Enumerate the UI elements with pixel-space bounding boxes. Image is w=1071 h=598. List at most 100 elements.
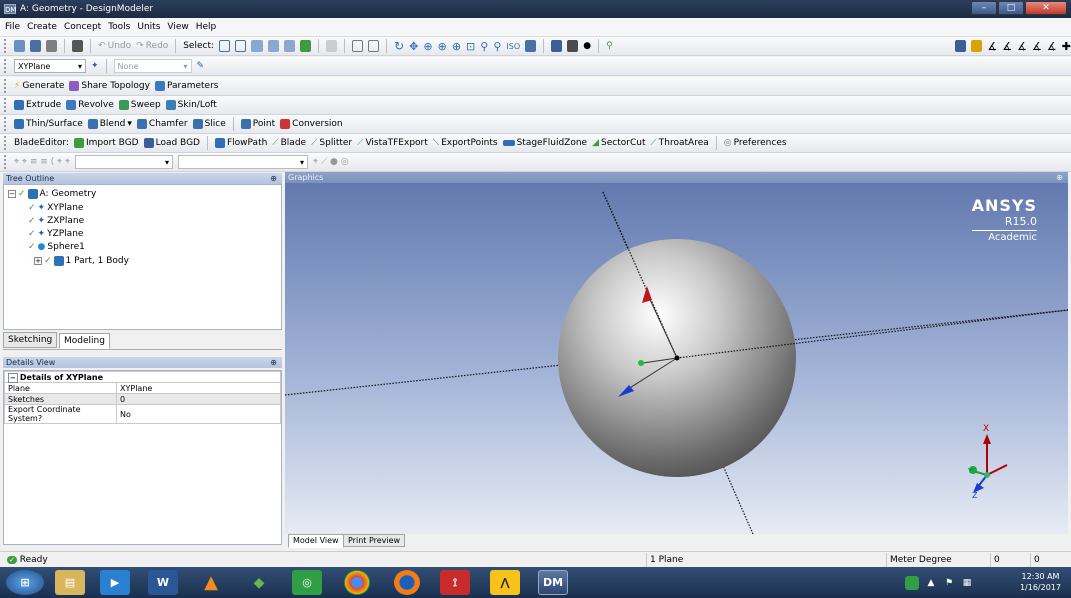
rotate-icon[interactable]: ↻ [394, 39, 404, 53]
chamfer-button[interactable]: Chamfer [136, 119, 188, 129]
tab-sketching[interactable]: Sketching [3, 332, 58, 348]
magnifier-window-icon[interactable]: ⚲ [493, 40, 501, 53]
exportpoints-button[interactable]: ⟍ ExportPoints [433, 138, 498, 148]
import-bgd-button[interactable]: Import BGD [73, 138, 139, 148]
zoom-icon[interactable]: ⊕ [423, 40, 432, 53]
parameters-button[interactable]: Parameters [154, 81, 218, 91]
stagefluidzone-button[interactable]: StageFluidZone [502, 138, 587, 148]
triad-icon[interactable] [551, 40, 563, 52]
thin-surface-button[interactable]: Thin/Surface [14, 119, 83, 129]
new-plane-icon[interactable]: ✦ [91, 61, 99, 71]
disabled-combo-2[interactable]: ▾ [178, 155, 309, 169]
tree-item-xyplane[interactable]: ✓ ✦ XYPlane [28, 203, 83, 213]
generate-button[interactable]: ⚡ Generate [14, 81, 64, 91]
disabled-combo-1[interactable]: ▾ [75, 155, 174, 169]
throatarea-button[interactable]: ⟋ ThroatArea [650, 138, 708, 148]
blend-button[interactable]: Blend ▾ [87, 119, 132, 129]
box-select-icon[interactable] [351, 40, 363, 52]
vistatf-export-button[interactable]: ⟋ VistaTFExport [357, 138, 428, 148]
graphics-color-icon[interactable] [955, 40, 967, 52]
flag-icon[interactable]: ⚑ [942, 576, 956, 590]
status-units[interactable]: Meter Degree [886, 553, 990, 567]
model-canvas[interactable]: X Y Z [285, 172, 1068, 534]
tree-item-parts[interactable]: + ✓ 1 Part, 1 Body [34, 256, 129, 266]
explorer-icon[interactable]: ▤ [55, 570, 85, 595]
sweep-button[interactable]: Sweep [118, 100, 161, 110]
tree-item-sphere[interactable]: ✓ ● Sphere1 [28, 242, 85, 252]
details-row[interactable]: Export Coordinate System? No [4, 404, 281, 424]
menu-view[interactable]: View [167, 22, 188, 32]
minimize-button[interactable]: – [971, 1, 997, 15]
undo-button[interactable]: ↶ Undo [98, 41, 131, 51]
pin-icon[interactable]: ⊕ [270, 173, 277, 184]
select-mode-icon[interactable] [219, 40, 231, 52]
edge-style-2-icon[interactable]: ∡ [1002, 40, 1012, 53]
tab-modeling[interactable]: Modeling [59, 333, 110, 349]
details-row[interactable]: Sketches 0 [4, 393, 281, 405]
edge-style-3-icon[interactable]: ∡ [1017, 40, 1027, 53]
zoom-box-icon[interactable]: ⊕ [452, 40, 461, 53]
slice-button[interactable]: Slice [192, 119, 226, 129]
network-app-icon[interactable]: ◎ [292, 570, 322, 595]
menu-tools[interactable]: Tools [108, 22, 130, 32]
look-at-icon[interactable] [525, 40, 537, 52]
sketch-select[interactable]: None ▾ [113, 59, 192, 73]
iso-view-icon[interactable]: ISO [506, 42, 520, 51]
graphics-viewport[interactable]: X Y Z ANSYS R15.0 Academic [285, 172, 1068, 534]
display-plane-icon[interactable] [567, 40, 579, 52]
start-button[interactable]: ⊞ [6, 570, 44, 595]
network-icon[interactable]: ▦ [960, 576, 974, 590]
display-point-icon[interactable]: ● [583, 41, 591, 51]
zoom-in-icon[interactable]: ⊕ [438, 40, 447, 53]
pin-icon[interactable]: ⊕ [1056, 172, 1063, 183]
firefox-icon[interactable] [394, 570, 420, 595]
export-icon[interactable] [46, 40, 58, 52]
select-face-icon[interactable] [283, 40, 295, 52]
magnifier-icon[interactable]: ⚲ [480, 40, 488, 53]
close-button[interactable]: ✕ [1025, 1, 1067, 15]
menu-concept[interactable]: Concept [64, 22, 101, 32]
screenshot-icon[interactable] [72, 40, 84, 52]
select-filter-icon[interactable] [235, 40, 247, 52]
flowpath-button[interactable]: FlowPath [214, 138, 267, 148]
maximize-button[interactable]: □ [998, 1, 1024, 15]
media-player-icon[interactable]: ▶ [100, 570, 130, 595]
app-icon[interactable]: ◆ [244, 570, 274, 595]
collapse-icon[interactable]: − [8, 190, 16, 198]
acrobat-icon[interactable]: ⟟ [440, 570, 470, 595]
menu-create[interactable]: Create [27, 22, 57, 32]
clock[interactable]: 12:30 AM 1/16/2017 [1020, 571, 1061, 593]
skin-loft-button[interactable]: Skin/Loft [165, 100, 217, 110]
sectorcut-button[interactable]: ◢ SectorCut [592, 138, 645, 148]
revolve-button[interactable]: Revolve [66, 100, 114, 110]
new-sketch-icon[interactable]: ✎ [197, 61, 205, 71]
tree-root[interactable]: − ✓ A: Geometry [8, 189, 96, 199]
details-row[interactable]: Plane XYPlane [4, 382, 281, 394]
redo-button[interactable]: ↷ Redo [136, 41, 168, 51]
tree-item-zxplane[interactable]: ✓ ✦ ZXPlane [28, 216, 84, 226]
splitter-button[interactable]: ⟋ Splitter [311, 138, 352, 148]
point-button[interactable]: Point [240, 119, 275, 129]
menu-help[interactable]: Help [196, 22, 217, 32]
save-icon[interactable] [30, 40, 42, 52]
menu-file[interactable]: File [5, 22, 20, 32]
load-bgd-button[interactable]: Load BGD [143, 138, 200, 148]
conversion-button[interactable]: Conversion [280, 119, 343, 129]
vlc-icon[interactable]: ▲ [196, 570, 226, 595]
chrome-icon[interactable] [344, 570, 370, 595]
extrude-button[interactable]: Extrude [14, 100, 61, 110]
new-icon[interactable] [13, 40, 25, 52]
pin-icon[interactable]: ⊕ [270, 357, 277, 368]
plane-select[interactable]: XYPlane ▾ [14, 59, 86, 73]
tab-model-view[interactable]: Model View [288, 534, 344, 548]
blade-button[interactable]: ⟋ Blade [272, 138, 306, 148]
tab-print-preview[interactable]: Print Preview [343, 534, 406, 547]
preferences-button[interactable]: ◎ Preferences [724, 138, 787, 148]
select-point-icon[interactable] [251, 40, 263, 52]
pin-icon[interactable]: ✚ [1062, 40, 1071, 53]
tree-item-yzplane[interactable]: ✓ ✦ YZPlane [28, 229, 83, 239]
edge-color-icon[interactable] [971, 40, 983, 52]
select-edge-icon[interactable] [267, 40, 279, 52]
word-icon[interactable]: W [148, 570, 178, 595]
body-display-icon[interactable]: ⚲ [606, 41, 613, 51]
